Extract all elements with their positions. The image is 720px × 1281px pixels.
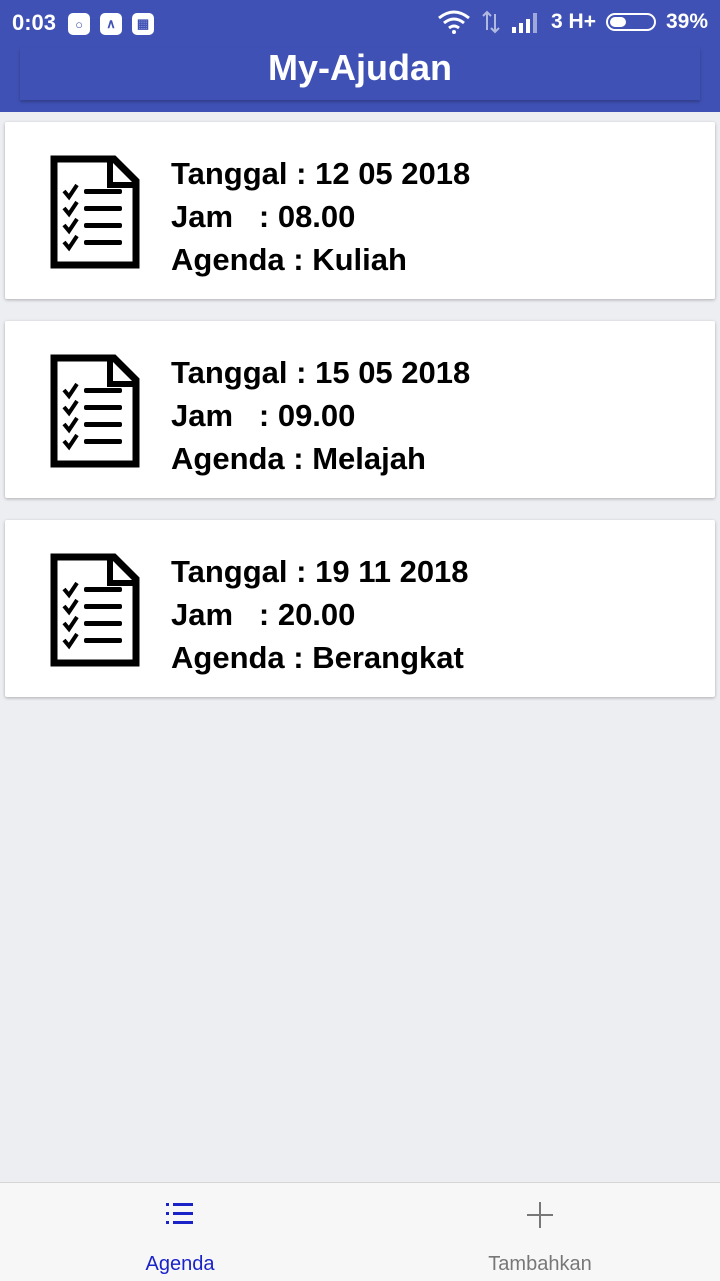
- signal-icon: [512, 13, 538, 33]
- nav-label-tambahkan: Tambahkan: [488, 1253, 592, 1275]
- nav-tab-tambahkan[interactable]: Tambahkan: [360, 1183, 720, 1281]
- time-label: Jam :: [171, 398, 278, 433]
- agenda-label: Agenda :: [171, 640, 313, 675]
- agenda-row: Agenda : Melajah: [171, 437, 470, 480]
- status-time: 0:03: [12, 10, 57, 35]
- date-label: Tanggal :: [171, 554, 316, 589]
- agenda-row: Agenda : Kuliah: [171, 238, 470, 281]
- time-value: 08.00: [277, 199, 356, 234]
- date-row: Tanggal : 12 05 2018: [171, 152, 470, 195]
- status-bar: 0:03 ○ ∧ ▦ 3 H+ 39%: [0, 0, 720, 48]
- nav-tab-agenda[interactable]: Agenda: [0, 1183, 360, 1281]
- battery-icon: [605, 13, 656, 31]
- data-transfer-icon: [482, 10, 500, 34]
- agenda-card[interactable]: Tanggal : 12 05 2018 Jam : 08.00 Agenda …: [5, 122, 715, 299]
- time-row: Jam : 20.00: [171, 593, 469, 636]
- notification-app-icon: ○: [68, 13, 90, 35]
- date-value: 15 05 2018: [315, 355, 471, 390]
- checklist-document-icon: [50, 155, 140, 269]
- agenda-details: Tanggal : 12 05 2018 Jam : 08.00 Agenda …: [171, 152, 470, 281]
- agenda-row: Agenda : Berangkat: [171, 636, 469, 679]
- date-value: 19 11 2018: [315, 554, 469, 589]
- wifi-icon: [438, 10, 470, 34]
- network-type: 3 H+: [551, 10, 596, 33]
- app-header: 0:03 ○ ∧ ▦ 3 H+ 39% My-Ajudan: [0, 0, 720, 112]
- agenda-list: Tanggal : 12 05 2018 Jam : 08.00 Agenda …: [5, 122, 715, 719]
- date-label: Tanggal :: [171, 156, 316, 191]
- agenda-label: Agenda :: [171, 242, 313, 277]
- notification-app-icon: ∧: [100, 13, 122, 35]
- date-value: 12 05 2018: [315, 156, 471, 191]
- battery-level: [609, 17, 627, 27]
- agenda-value: Kuliah: [312, 242, 407, 277]
- time-label: Jam :: [171, 199, 278, 234]
- notification-app-icon: ▦: [132, 13, 154, 35]
- agenda-details: Tanggal : 15 05 2018 Jam : 09.00 Agenda …: [171, 351, 470, 480]
- checklist-document-icon: [50, 354, 140, 468]
- page-title: My-Ajudan: [268, 47, 452, 88]
- agenda-value: Melajah: [312, 441, 426, 476]
- checklist-document-icon: [50, 553, 140, 667]
- agenda-value: Berangkat: [312, 640, 464, 675]
- battery-percent: 39%: [665, 10, 708, 33]
- time-label: Jam :: [171, 597, 278, 632]
- time-value: 20.00: [277, 597, 356, 632]
- time-row: Jam : 09.00: [171, 394, 470, 437]
- plus-icon: [527, 1202, 553, 1228]
- nav-label-agenda: Agenda: [145, 1253, 215, 1275]
- agenda-card[interactable]: Tanggal : 19 11 2018 Jam : 20.00 Agenda …: [5, 520, 715, 697]
- agenda-card[interactable]: Tanggal : 15 05 2018 Jam : 09.00 Agenda …: [5, 321, 715, 498]
- agenda-details: Tanggal : 19 11 2018 Jam : 20.00 Agenda …: [171, 550, 469, 679]
- bottom-navigation: Agenda Tambahkan: [0, 1182, 720, 1281]
- date-row: Tanggal : 19 11 2018: [171, 550, 469, 593]
- list-icon: [166, 1203, 193, 1224]
- agenda-label: Agenda :: [171, 441, 313, 476]
- date-row: Tanggal : 15 05 2018: [171, 351, 470, 394]
- time-value: 09.00: [277, 398, 356, 433]
- time-row: Jam : 08.00: [171, 195, 470, 238]
- date-label: Tanggal :: [171, 355, 316, 390]
